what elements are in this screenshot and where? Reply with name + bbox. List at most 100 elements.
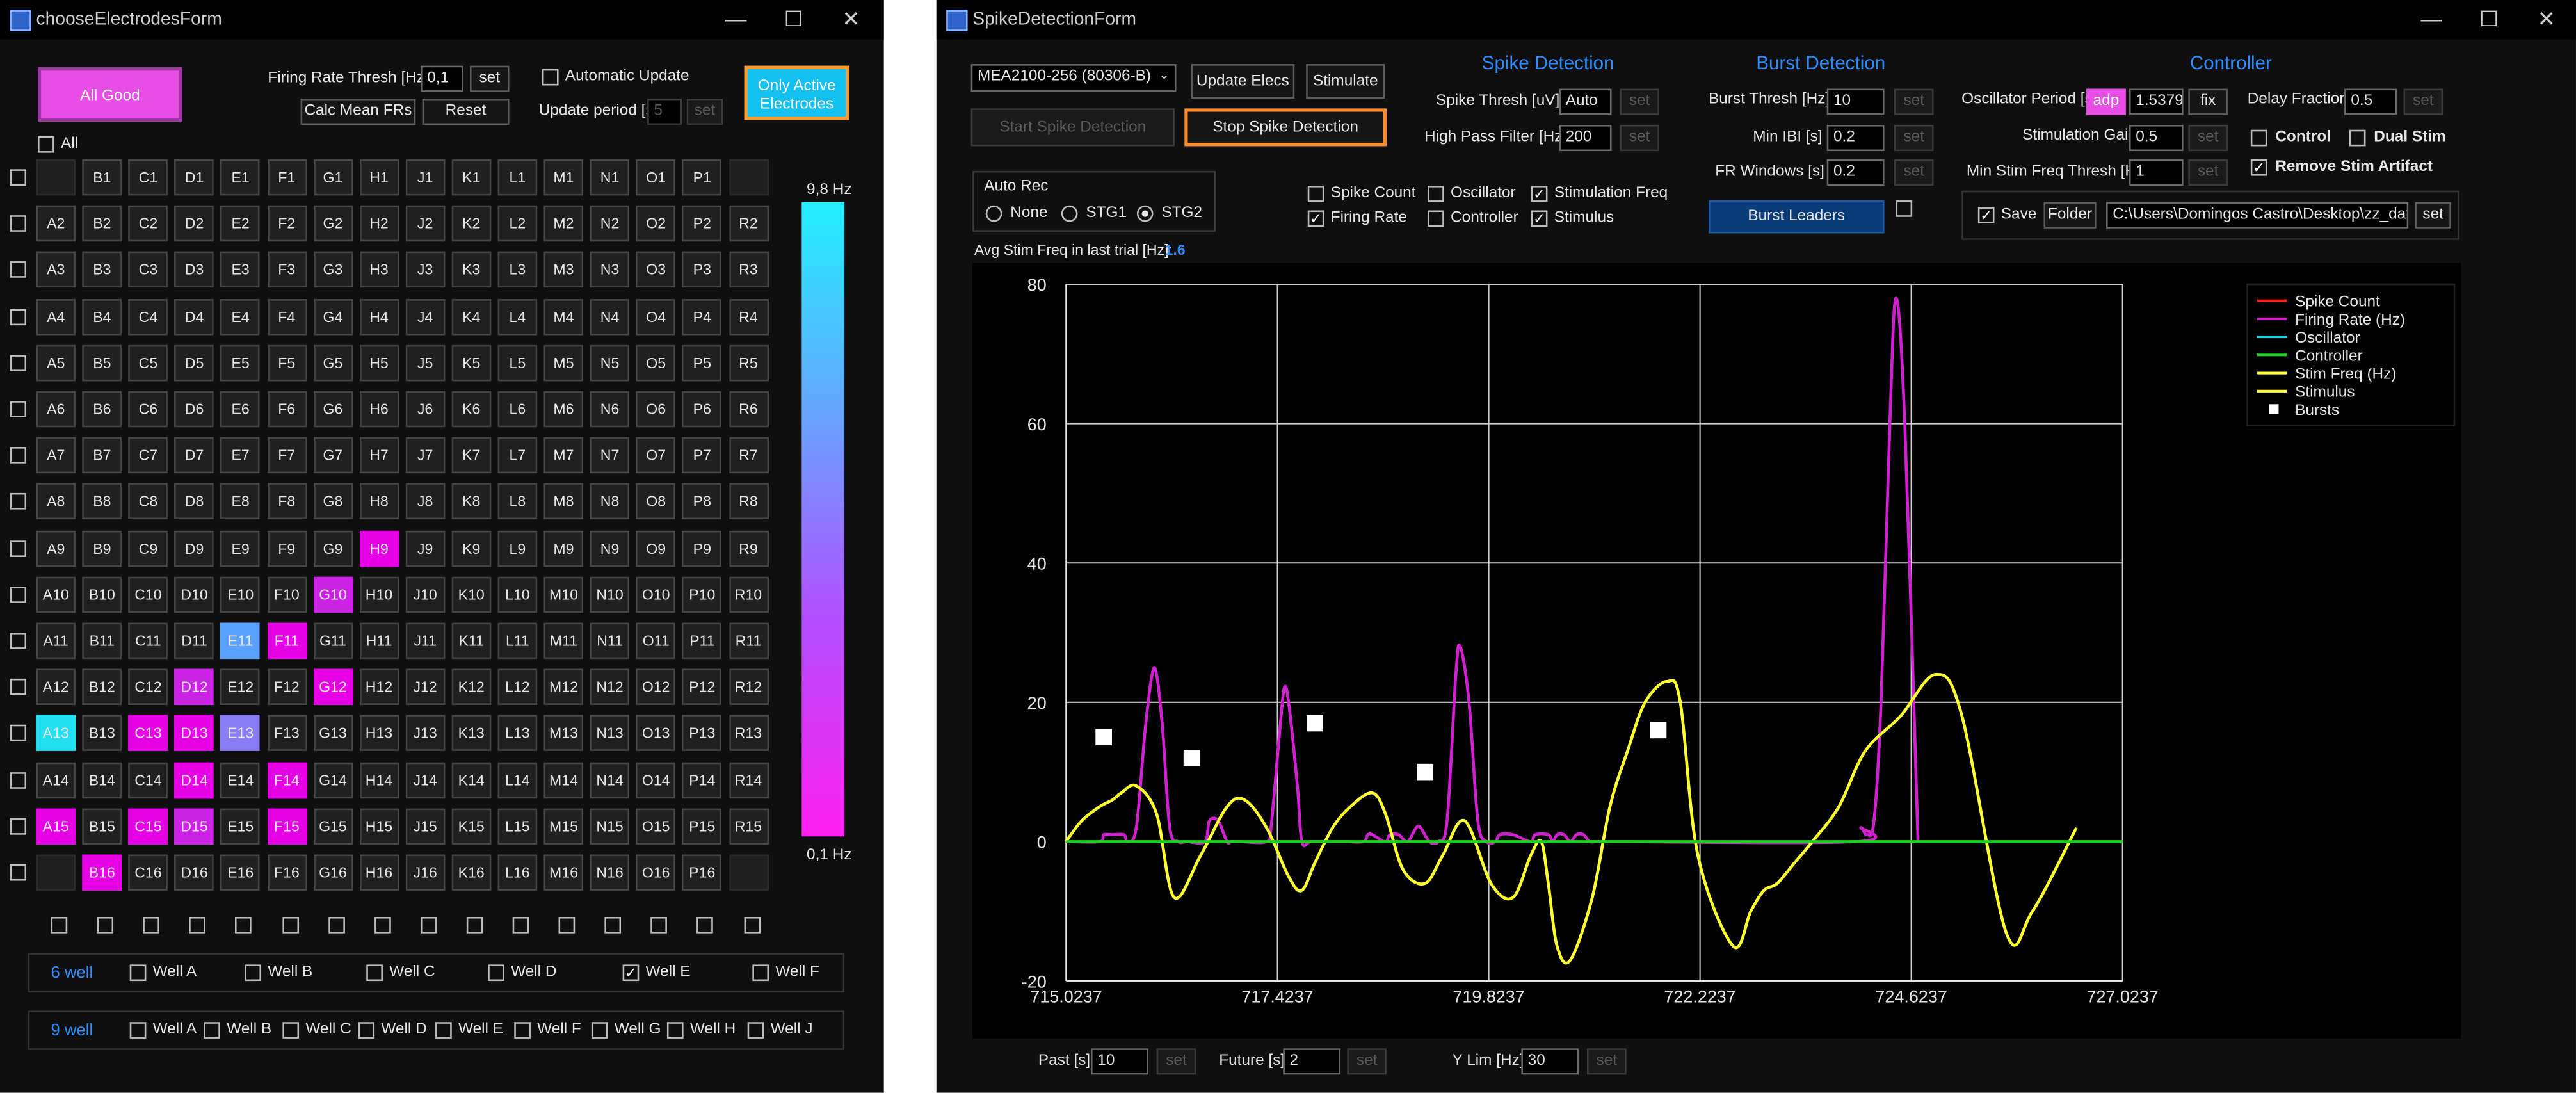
electrode-H6[interactable]: H6 xyxy=(359,391,399,428)
electrode-O10[interactable]: O10 xyxy=(636,576,676,613)
row-select-checkbox[interactable] xyxy=(10,772,27,788)
electrode-E6[interactable]: E6 xyxy=(220,391,261,428)
electrode-O8[interactable]: O8 xyxy=(636,483,676,520)
electrode-A11[interactable]: A11 xyxy=(36,622,76,660)
electrode-C11[interactable]: C11 xyxy=(128,622,168,660)
electrode-A2[interactable]: A2 xyxy=(36,206,76,242)
electrode-G12[interactable]: G12 xyxy=(313,668,353,706)
electrode-B12[interactable]: B12 xyxy=(82,668,122,706)
electrode-A6[interactable]: A6 xyxy=(36,391,76,428)
electrode-A5[interactable]: A5 xyxy=(36,344,76,381)
high-pass-input[interactable]: 200 xyxy=(1559,125,1612,152)
electrode-H13[interactable]: H13 xyxy=(359,715,399,752)
electrode-C14[interactable]: C14 xyxy=(128,761,168,798)
electrode-L6[interactable]: L6 xyxy=(497,391,538,428)
electrode-D10[interactable]: D10 xyxy=(174,576,214,613)
electrode-L5[interactable]: L5 xyxy=(497,344,538,381)
ylim-input[interactable]: 30 xyxy=(1521,1048,1579,1075)
electrode-O3[interactable]: O3 xyxy=(636,252,676,289)
well6-checkbox[interactable] xyxy=(752,964,769,982)
spike-count-checkbox[interactable] xyxy=(1307,185,1324,202)
save-path-input[interactable]: C:\Users\Domingos Castro\Desktop\zz_data… xyxy=(2105,202,2409,229)
electrode-E16[interactable]: E16 xyxy=(220,854,261,891)
electrode-O9[interactable]: O9 xyxy=(636,530,676,567)
electrode-P4[interactable]: P4 xyxy=(682,298,722,335)
electrode-K11[interactable]: K11 xyxy=(451,622,492,660)
well9-checkbox[interactable] xyxy=(591,1022,608,1039)
electrode-J6[interactable]: J6 xyxy=(405,391,445,428)
electrode-D5[interactable]: D5 xyxy=(174,344,214,381)
electrode-M16[interactable]: M16 xyxy=(543,854,584,891)
electrode-H8[interactable]: H8 xyxy=(359,483,399,520)
column-select-checkbox[interactable] xyxy=(420,916,437,934)
electrode-K14[interactable]: K14 xyxy=(451,761,492,798)
ylim-set-button[interactable]: set xyxy=(1587,1048,1627,1075)
well6-checkbox[interactable]: ✓ xyxy=(622,964,640,982)
stimulation-freq-checkbox[interactable]: ✓ xyxy=(1531,185,1548,202)
electrode-M4[interactable]: M4 xyxy=(543,298,584,335)
device-select[interactable]: MEA2100-256 (80306-B) ⌄ xyxy=(970,64,1177,92)
update-period-input[interactable]: 5 xyxy=(647,98,682,125)
electrode-K5[interactable]: K5 xyxy=(451,344,492,381)
electrode-L9[interactable]: L9 xyxy=(497,530,538,567)
electrode-D6[interactable]: D6 xyxy=(174,391,214,428)
electrode-K16[interactable]: K16 xyxy=(451,854,492,891)
electrode-G14[interactable]: G14 xyxy=(313,761,353,798)
electrode-E4[interactable]: E4 xyxy=(220,298,261,335)
stim-gain-input[interactable]: 0.5 xyxy=(2129,125,2184,152)
electrode-L15[interactable]: L15 xyxy=(497,808,538,845)
osc-fix-button[interactable]: fix xyxy=(2188,88,2228,115)
electrode-J3[interactable]: J3 xyxy=(405,252,445,289)
electrode-B16[interactable]: B16 xyxy=(82,854,122,891)
column-select-checkbox[interactable] xyxy=(328,916,344,934)
electrode-C12[interactable]: C12 xyxy=(128,668,168,706)
electrode-C8[interactable]: C8 xyxy=(128,483,168,520)
electrode-J1[interactable]: J1 xyxy=(405,159,445,196)
electrode-F13[interactable]: F13 xyxy=(267,715,307,752)
electrode-R9[interactable]: R9 xyxy=(729,530,768,567)
min-ibi-input[interactable]: 0.2 xyxy=(1826,125,1885,152)
electrode-N13[interactable]: N13 xyxy=(590,715,630,752)
column-select-checkbox[interactable] xyxy=(743,916,760,934)
electrode-N12[interactable]: N12 xyxy=(590,668,630,706)
min-stim-freq-input[interactable]: 1 xyxy=(2129,159,2184,186)
electrode-C9[interactable]: C9 xyxy=(128,530,168,567)
electrode-P8[interactable]: P8 xyxy=(682,483,722,520)
electrode-F2[interactable]: F2 xyxy=(267,206,307,242)
firing-rate-checkbox[interactable]: ✓ xyxy=(1307,210,1324,227)
electrode-B15[interactable]: B15 xyxy=(82,808,122,845)
electrode-B14[interactable]: B14 xyxy=(82,761,122,798)
row-select-checkbox[interactable] xyxy=(10,818,27,835)
electrode-G7[interactable]: G7 xyxy=(313,437,353,474)
electrode-N11[interactable]: N11 xyxy=(590,622,630,660)
calc-mean-frs-button[interactable]: Calc Mean FRs xyxy=(300,98,416,125)
auto-update-checkbox[interactable] xyxy=(542,69,559,86)
electrode-M13[interactable]: M13 xyxy=(543,715,584,752)
electrode-P1[interactable]: P1 xyxy=(682,159,722,196)
osc-adp-button[interactable]: adp xyxy=(2086,88,2126,115)
electrode-B9[interactable]: B9 xyxy=(82,530,122,567)
min-stim-freq-set-button[interactable]: set xyxy=(2188,159,2228,186)
electrode-D16[interactable]: D16 xyxy=(174,854,214,891)
electrode-N5[interactable]: N5 xyxy=(590,344,630,381)
controller-checkbox[interactable] xyxy=(1428,210,1444,227)
past-input[interactable]: 10 xyxy=(1091,1048,1148,1075)
electrode-O11[interactable]: O11 xyxy=(636,622,676,660)
electrode-M12[interactable]: M12 xyxy=(543,668,584,706)
electrode-F11[interactable]: F11 xyxy=(267,622,307,660)
spike-thresh-set-button[interactable]: set xyxy=(1620,88,1659,115)
electrode-C5[interactable]: C5 xyxy=(128,344,168,381)
electrode-B7[interactable]: B7 xyxy=(82,437,122,474)
electrode-F1[interactable]: F1 xyxy=(267,159,307,196)
minimize-icon[interactable]: — xyxy=(711,5,761,35)
folder-button[interactable]: Folder xyxy=(2043,202,2097,229)
electrode-C13[interactable]: C13 xyxy=(128,715,168,752)
electrode-A15[interactable]: A15 xyxy=(36,808,76,845)
electrode-K1[interactable]: K1 xyxy=(451,159,492,196)
future-input[interactable]: 2 xyxy=(1283,1048,1341,1075)
electrode-R7[interactable]: R7 xyxy=(729,437,768,474)
well9-checkbox[interactable] xyxy=(747,1022,764,1039)
electrode-O1[interactable]: O1 xyxy=(636,159,676,196)
auto-rec-none-radio[interactable] xyxy=(985,205,1002,222)
electrode-R5[interactable]: R5 xyxy=(729,344,768,381)
